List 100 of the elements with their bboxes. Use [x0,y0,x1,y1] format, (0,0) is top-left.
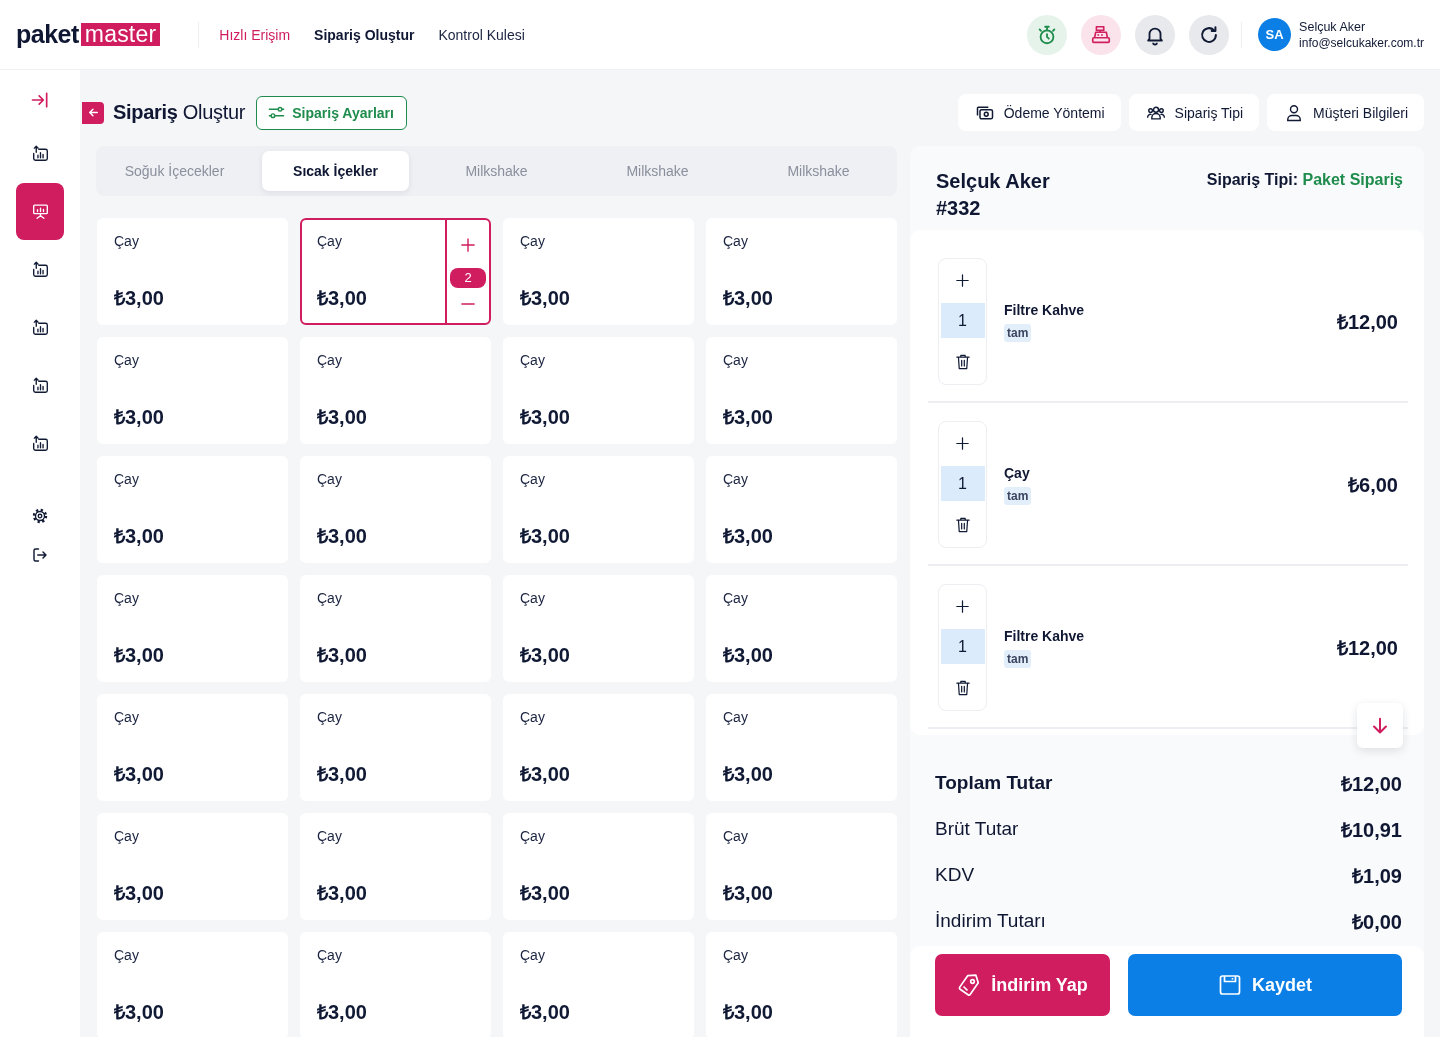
product-card[interactable]: Çay ₺3,00 [503,218,694,325]
product-price: ₺3,00 [520,881,571,906]
avatar[interactable]: SA [1258,18,1292,51]
quantity-stepper[interactable]: 1 [938,258,987,385]
product-card[interactable]: Çay ₺3,00 [97,337,288,444]
product-price: ₺3,00 [317,524,368,549]
trash-icon[interactable] [955,354,970,370]
product-card[interactable]: Çay ₺3,00 [706,456,897,563]
plus-icon[interactable] [956,437,969,450]
nav-link[interactable]: Kontrol Kulesi [438,26,525,43]
quantity-value: 1 [940,629,985,664]
header-button[interactable]: Müşteri Bilgileri [1267,94,1424,131]
product-card[interactable]: Çay ₺3,00 [503,337,694,444]
total-label: Brüt Tutar [935,818,1019,840]
product-card[interactable]: Çay ₺3,00 [706,694,897,801]
product-card[interactable]: Çay ₺3,00 [97,456,288,563]
product-card[interactable]: Çay ₺3,00 [300,694,491,801]
product-card[interactable]: Çay ₺3,00 [97,813,288,920]
quantity-value: 1 [940,303,985,338]
product-name: Çay [520,590,546,606]
product-card[interactable]: Çay ₺3,00 [706,337,897,444]
product-price: ₺3,00 [520,405,571,430]
product-price: ₺3,00 [723,405,774,430]
scroll-down-button[interactable] [1357,703,1403,748]
item-name: Çay [1004,464,1030,481]
product-price: ₺3,00 [317,762,368,787]
total-label: KDV [935,864,975,886]
item-name: Filtre Kahve [1004,301,1085,318]
product-name: Çay [723,233,749,249]
header-button[interactable]: Sipariş Tipi [1128,94,1260,131]
category-tab[interactable]: Sıcak İçekler [262,151,409,191]
product-card[interactable]: Çay ₺3,00 [503,575,694,682]
product-card[interactable]: Çay ₺3,00 [300,813,491,920]
product-card[interactable]: Çay ₺3,00 [97,218,288,325]
quantity-stepper[interactable]: 1 [938,421,987,548]
product-card[interactable]: Çay ₺3,00 [503,813,694,920]
order-type: Sipariş Tipi: Paket Sipariş [1206,170,1403,190]
product-price: ₺3,00 [114,1000,165,1025]
product-card[interactable]: Çay ₺3,00 [706,932,897,1037]
product-price: ₺3,00 [723,643,774,668]
product-price: ₺3,00 [520,286,571,311]
product-card[interactable]: Çay ₺3,00 [300,575,491,682]
product-price: ₺3,00 [723,881,774,906]
quantity-badge: 2 [450,267,486,288]
product-card[interactable]: Çay ₺3,00 [97,694,288,801]
product-price: ₺3,00 [520,643,571,668]
product-name: Çay [723,471,749,487]
logout-icon[interactable] [31,546,49,564]
product-card[interactable]: Çay ₺3,00 [706,575,897,682]
nav-link[interactable]: Sipariş Oluştur [314,26,415,43]
trash-icon[interactable] [955,517,970,533]
product-price: ₺3,00 [317,286,368,311]
item-name: Filtre Kahve [1004,627,1085,644]
plus-icon[interactable] [956,600,969,613]
settings-icon[interactable] [31,507,49,525]
product-name: Çay [520,471,546,487]
total-value: ₺1,09 [1352,863,1402,889]
product-name: Çay [317,233,343,249]
user-name: Selçuk Aker [1299,18,1367,35]
plus-icon[interactable] [956,274,969,287]
cash-register-icon [1090,23,1113,46]
quantity-value: 1 [940,466,985,501]
product-name: Çay [114,233,140,249]
product-card[interactable]: Çay ₺3,00 [97,575,288,682]
save-icon [1218,973,1242,997]
header-button[interactable]: Ödeme Yöntemi [957,94,1121,131]
product-name: Çay [114,709,140,725]
arrow-right-to-line-icon[interactable] [30,90,50,110]
product-price: ₺3,00 [114,286,165,311]
product-price: ₺3,00 [317,1000,368,1025]
product-name: Çay [723,709,749,725]
product-card[interactable]: Çay ₺3,00 [503,932,694,1037]
product-card[interactable]: Çay ₺3,00 [97,932,288,1037]
sidebar-item[interactable] [16,183,64,240]
order-settings-button[interactable]: Sipariş Ayarları [256,95,407,130]
product-card[interactable]: Çay ₺3,00 [503,456,694,563]
trash-icon[interactable] [955,680,970,696]
product-price: ₺3,00 [317,405,368,430]
variant-tag: tam [1004,486,1032,505]
product-name: Çay [317,709,343,725]
product-card[interactable]: Çay ₺3,00 [300,337,491,444]
product-card[interactable]: Çay ₺3,00 [300,456,491,563]
product-card[interactable]: Çay ₺3,00 [706,218,897,325]
quantity-stepper[interactable]: 1 [938,584,987,711]
discount-button[interactable]: İndirim Yap [935,954,1110,1016]
order-number: #332 [936,196,982,221]
product-price: ₺3,00 [723,286,774,311]
item-price: ₺12,00 [1336,636,1398,661]
product-name: Çay [520,828,546,844]
nav-link[interactable]: Hızlı Erişim [219,26,291,43]
product-price: ₺3,00 [114,881,165,906]
product-name: Çay [723,352,749,368]
arrow-left-icon [86,106,100,119]
product-card[interactable]: Çay ₺3,00 [503,694,694,801]
chart-icon [31,435,49,452]
save-button[interactable]: Kaydet [1128,954,1402,1016]
product-card[interactable]: Çay ₺3,00 [300,932,491,1037]
product-name: Çay [114,471,140,487]
back-button[interactable] [82,101,104,124]
product-card[interactable]: Çay ₺3,00 [706,813,897,920]
